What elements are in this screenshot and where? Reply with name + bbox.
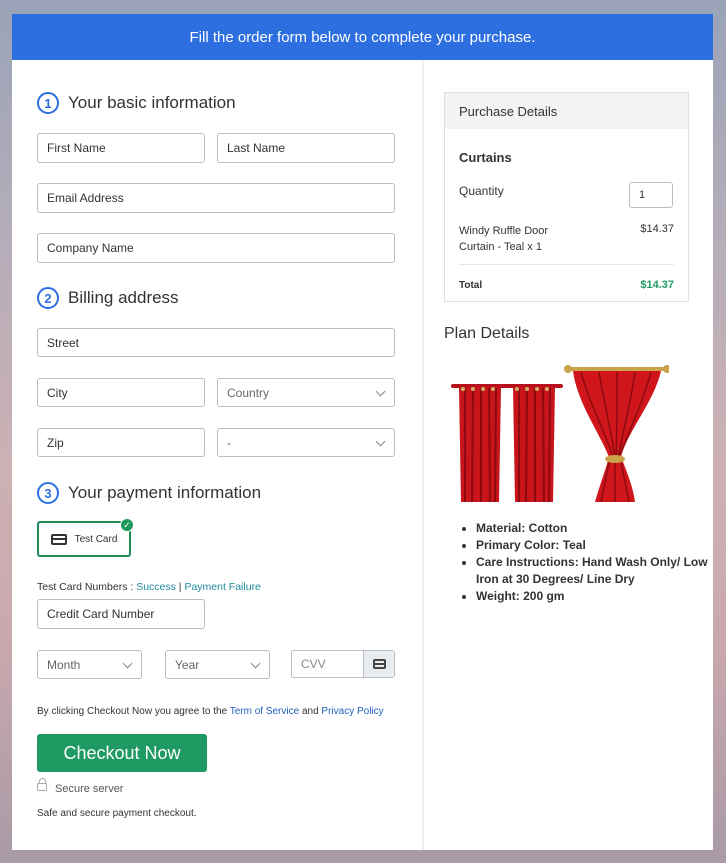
card-icon xyxy=(363,651,394,677)
year-select[interactable]: Year xyxy=(165,650,270,679)
list-item: Primary Color: Teal xyxy=(476,537,716,554)
section-title: Your basic information xyxy=(68,93,236,112)
quantity-label: Quantity xyxy=(459,184,504,198)
privacy-policy-link[interactable]: Privacy Policy xyxy=(321,706,383,717)
step-number: 1 xyxy=(37,92,59,114)
plan-details-heading: Plan Details xyxy=(444,325,530,342)
test-card-label: Test Card xyxy=(74,533,118,545)
order-form: 1 Your basic information First Name Last… xyxy=(12,60,424,850)
line-item-name-2: Curtain - Teal x 1 xyxy=(459,241,542,253)
first-name-field[interactable]: First Name xyxy=(37,133,205,163)
chevron-down-icon xyxy=(250,658,261,668)
section-title: Your payment information xyxy=(68,483,262,502)
step-number: 3 xyxy=(37,482,59,504)
line-item: Windy Ruffle Door Curtain - Teal x 1 xyxy=(459,223,548,255)
purchase-details-box: Purchase Details Curtains Quantity 1 Win… xyxy=(444,92,689,302)
cvv-placeholder: CVV xyxy=(301,657,326,671)
plan-details-list: Material: Cotton Primary Color: Teal Car… xyxy=(460,520,716,605)
success-link[interactable]: Success xyxy=(136,581,176,593)
payment-failure-link[interactable]: Payment Failure xyxy=(184,581,260,593)
agreement-text: By clicking Checkout Now you agree to th… xyxy=(37,706,384,717)
order-summary: Purchase Details Curtains Quantity 1 Win… xyxy=(424,60,713,850)
agreement-prefix: By clicking Checkout Now you agree to th… xyxy=(37,706,230,717)
year-select-value: Year xyxy=(175,657,200,672)
secure-server-label: Secure server xyxy=(55,783,124,795)
state-select-value: - xyxy=(227,435,231,450)
total-label: Total xyxy=(459,280,483,291)
order-card: 1 Your basic information First Name Last… xyxy=(12,60,713,850)
section-billing: 2 Billing address xyxy=(37,287,179,309)
curtains-image xyxy=(451,365,669,503)
section-title: Billing address xyxy=(68,288,179,307)
secure-note: Safe and secure payment checkout. xyxy=(37,808,197,819)
month-select[interactable]: Month xyxy=(37,650,142,679)
country-select[interactable]: Country xyxy=(217,378,395,407)
city-field[interactable]: City xyxy=(37,378,205,407)
chevron-down-icon xyxy=(122,658,133,668)
section-basic-info: 1 Your basic information xyxy=(37,92,236,114)
list-item: Care Instructions: Hand Wash Only/ Low I… xyxy=(476,554,716,588)
company-field[interactable]: Company Name xyxy=(37,233,395,263)
last-name-field[interactable]: Last Name xyxy=(217,133,395,163)
terms-of-service-link[interactable]: Term of Service xyxy=(230,706,299,717)
chevron-down-icon xyxy=(375,436,386,446)
test-card-option[interactable]: Test Card ✓ xyxy=(37,518,134,557)
email-field[interactable]: Email Address xyxy=(37,183,395,213)
zip-field[interactable]: Zip xyxy=(37,428,205,457)
agreement-and: and xyxy=(299,706,322,717)
line-item-name-1: Windy Ruffle Door xyxy=(459,225,549,237)
test-card-numbers: Test Card Numbers : Success | Payment Fa… xyxy=(37,581,261,593)
cvv-field[interactable]: CVV xyxy=(291,650,395,678)
list-item: Weight: 200 gm xyxy=(476,588,716,605)
country-select-value: Country xyxy=(227,385,270,400)
quantity-input[interactable]: 1 xyxy=(629,182,673,208)
line-item-price: $14.37 xyxy=(640,223,674,235)
purchase-details-heading: Purchase Details xyxy=(445,93,688,129)
product-name: Curtains xyxy=(459,150,512,165)
lock-icon xyxy=(37,778,47,791)
street-field[interactable]: Street xyxy=(37,328,395,357)
test-numbers-label: Test Card Numbers : xyxy=(37,581,137,593)
state-select[interactable]: - xyxy=(217,428,395,457)
order-banner: Fill the order form below to complete yo… xyxy=(12,14,713,60)
credit-card-number-field[interactable]: Credit Card Number xyxy=(37,599,205,629)
divider xyxy=(459,264,674,265)
checkout-button[interactable]: Checkout Now xyxy=(37,734,207,772)
credit-card-icon xyxy=(50,533,67,545)
chevron-down-icon xyxy=(375,386,386,396)
section-payment: 3 Your payment information xyxy=(37,482,261,504)
check-icon: ✓ xyxy=(120,518,134,532)
total-value: $14.37 xyxy=(640,279,674,291)
step-number: 2 xyxy=(37,287,59,309)
month-select-value: Month xyxy=(47,657,81,672)
list-item: Material: Cotton xyxy=(476,520,716,537)
